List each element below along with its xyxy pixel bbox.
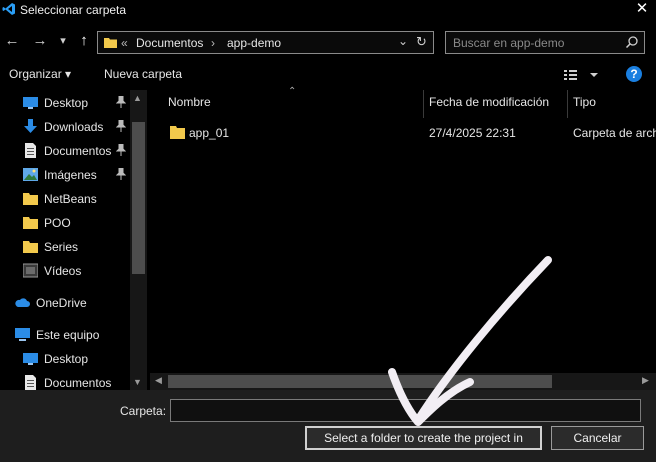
scroll-down-icon[interactable]: ▼: [133, 377, 142, 387]
sidebar-item-documentos[interactable]: Documentos: [0, 140, 130, 162]
sidebar-item-desktop-2[interactable]: Desktop: [0, 348, 130, 370]
sidebar-item-label: Documentos: [44, 376, 112, 390]
column-header-name[interactable]: Nombre: [168, 95, 211, 109]
column-header-date[interactable]: Fecha de modificación: [429, 95, 549, 109]
sort-ascending-icon: ⌃: [288, 86, 297, 97]
scrollbar-thumb[interactable]: [168, 375, 552, 388]
sidebar-item-series[interactable]: Series: [0, 236, 130, 258]
breadcrumb-documentos[interactable]: Documentos: [136, 36, 203, 50]
download-icon: [24, 119, 37, 133]
folder-icon: [23, 217, 38, 229]
back-icon[interactable]: ←: [3, 31, 21, 51]
file-type: Carpeta de archivos: [573, 126, 656, 140]
sidebar-item-label: Desktop: [44, 352, 89, 366]
sidebar-item-poo[interactable]: POO: [0, 212, 130, 234]
sidebar-item-label: Documentos: [44, 144, 112, 158]
folder-icon: [23, 193, 38, 205]
folder-label: Carpeta:: [120, 404, 167, 418]
breadcrumb-app-demo[interactable]: app-demo: [227, 36, 281, 50]
refresh-icon[interactable]: ↻: [416, 34, 427, 50]
recent-locations-icon[interactable]: ▾: [57, 31, 69, 51]
folder-icon: [170, 126, 185, 139]
sidebar-item-desktop[interactable]: Desktop: [0, 92, 130, 114]
up-icon[interactable]: ↑: [76, 31, 92, 51]
file-name: app_01: [189, 126, 230, 140]
new-folder-button[interactable]: Nueva carpeta: [104, 67, 182, 81]
navigation-pane: Desktop Downloads Documentos Imágenes Ne…: [0, 90, 148, 390]
cloud-icon: [15, 298, 30, 307]
sidebar-item-label: POO: [44, 216, 71, 230]
file-date: 27/4/2025 22:31: [429, 126, 516, 140]
desktop-icon: [23, 353, 38, 365]
vscode-icon: [2, 3, 15, 15]
pin-icon: [116, 144, 126, 156]
scroll-up-icon[interactable]: ▲: [133, 93, 142, 103]
sidebar-item-label: Desktop: [44, 96, 89, 110]
address-bar[interactable]: « Documentos › app-demo ⌄ ↻: [97, 31, 434, 54]
close-icon[interactable]: ✕: [632, 0, 652, 20]
column-divider[interactable]: [567, 90, 568, 118]
breadcrumb-separator-icon[interactable]: ›: [211, 36, 215, 50]
sidebar-item-label: Vídeos: [44, 264, 82, 278]
dialog-footer: Carpeta: Select a folder to create the p…: [0, 390, 656, 462]
document-icon: [25, 143, 36, 158]
view-options-icon[interactable]: [563, 66, 599, 84]
scroll-left-icon[interactable]: ◀: [155, 375, 162, 386]
folder-name-field[interactable]: [170, 399, 641, 422]
cancel-button[interactable]: Cancelar: [551, 426, 644, 450]
sidebar-scrollbar[interactable]: ▲ ▼: [130, 90, 147, 390]
pin-icon: [116, 168, 126, 180]
folder-icon: [104, 38, 117, 48]
horizontal-scrollbar[interactable]: ◀ ▶: [150, 373, 656, 390]
sidebar-item-label: OneDrive: [36, 296, 87, 310]
organize-button[interactable]: Organizar ▾: [9, 67, 71, 81]
sidebar-item-imagenes[interactable]: Imágenes: [0, 164, 130, 186]
scrollbar-thumb[interactable]: [132, 122, 145, 274]
desktop-icon: [23, 97, 38, 109]
image-icon: [23, 168, 38, 181]
sidebar-item-label: Imágenes: [44, 168, 97, 182]
search-placeholder: Buscar en app-demo: [453, 36, 565, 50]
sidebar-item-label: NetBeans: [44, 192, 97, 206]
breadcrumb-overflow-icon[interactable]: «: [121, 36, 128, 50]
scroll-right-icon[interactable]: ▶: [642, 375, 649, 386]
window-title: Seleccionar carpeta: [20, 3, 127, 17]
sidebar-item-label: Downloads: [44, 120, 104, 134]
sidebar-item-este-equipo[interactable]: Este equipo: [0, 324, 130, 346]
chevron-down-icon[interactable]: ⌄: [398, 34, 408, 48]
sidebar-item-netbeans[interactable]: NetBeans: [0, 188, 130, 210]
video-icon: [23, 263, 38, 278]
sidebar-item-onedrive[interactable]: OneDrive: [0, 292, 130, 314]
select-folder-button[interactable]: Select a folder to create the project in: [305, 426, 542, 450]
forward-icon[interactable]: →: [31, 31, 49, 51]
computer-icon: [15, 328, 30, 341]
column-divider[interactable]: [423, 90, 424, 118]
navigation-bar: ← → ▾ ↑ « Documentos › app-demo ⌄ ↻ Busc…: [0, 27, 656, 57]
folder-icon: [23, 241, 38, 253]
column-header-type[interactable]: Tipo: [573, 95, 596, 109]
help-icon[interactable]: ?: [626, 66, 642, 82]
command-bar: Organizar ▾ Nueva carpeta ?: [0, 62, 656, 88]
sidebar-item-label: Este equipo: [36, 328, 100, 342]
sidebar-item-videos[interactable]: Vídeos: [0, 260, 130, 282]
file-row[interactable]: app_01 27/4/2025 22:31 Carpeta de archiv…: [168, 122, 656, 144]
search-input[interactable]: Buscar en app-demo: [445, 31, 645, 54]
file-list: ⌃ Nombre Fecha de modificación Tipo app_…: [150, 86, 656, 390]
sidebar-item-downloads[interactable]: Downloads: [0, 116, 130, 138]
title-bar: Seleccionar carpeta ✕: [0, 0, 656, 20]
search-icon[interactable]: [625, 35, 639, 49]
pin-icon: [116, 120, 126, 132]
document-icon: [25, 375, 36, 390]
pin-icon: [116, 96, 126, 108]
sidebar-item-label: Series: [44, 240, 79, 254]
